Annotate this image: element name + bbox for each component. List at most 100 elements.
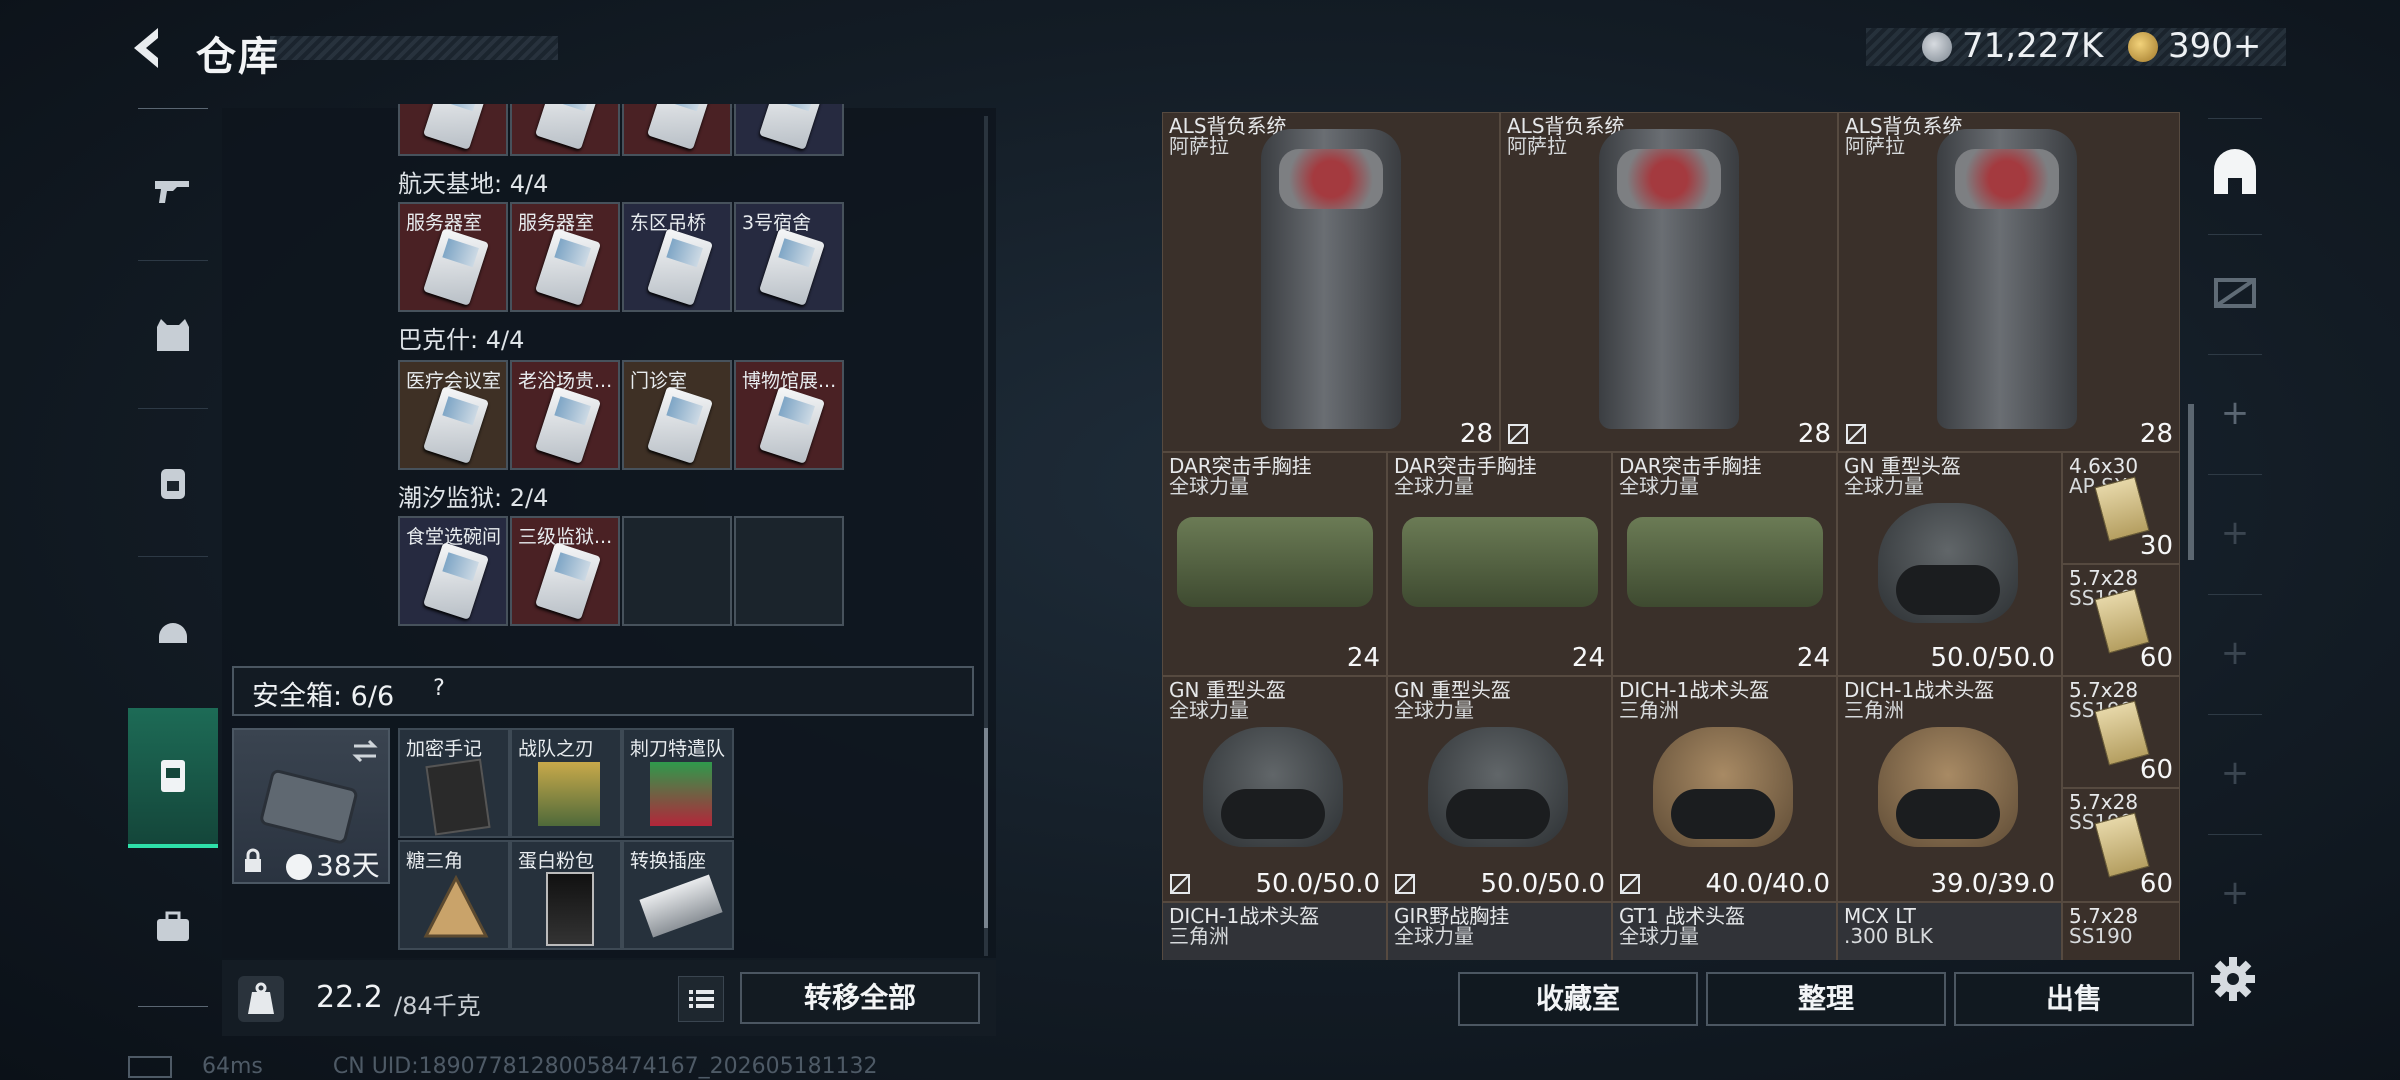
nav-supplies[interactable] bbox=[128, 868, 218, 986]
category-nav bbox=[128, 108, 218, 1008]
key-slot[interactable]: 3号宿舍 bbox=[734, 202, 844, 312]
inventory-item[interactable]: ALS背负系统 阿萨拉 28 bbox=[1162, 112, 1500, 452]
item-name: 战队之刃 bbox=[518, 738, 595, 760]
transfer-all-button[interactable]: 转移全部 bbox=[740, 972, 980, 1024]
inventory-item[interactable]: GN 重型头盔 全球力量 50.0/50.0 bbox=[1162, 676, 1387, 902]
ammo-box-image bbox=[2094, 812, 2150, 878]
nav-backpack[interactable] bbox=[128, 424, 218, 542]
battery-icon bbox=[128, 1056, 172, 1078]
key-slot[interactable] bbox=[734, 104, 844, 156]
ammo-item[interactable]: 5.7x28 SS190 60 bbox=[2062, 676, 2180, 788]
item-capacity: 24 bbox=[1346, 643, 1380, 673]
inventory-item[interactable]: ALS背负系统 阿萨拉 28 bbox=[1838, 112, 2180, 452]
key-slot[interactable]: 东区吊桥 bbox=[622, 202, 732, 312]
warehouse-tab-cards[interactable] bbox=[2200, 238, 2270, 348]
safebox-duration: 38天 bbox=[286, 844, 380, 884]
card-pack-icon bbox=[650, 762, 712, 826]
safebox-item[interactable]: 糖三角 bbox=[398, 840, 510, 950]
add-tab-button-disabled[interactable]: + bbox=[2200, 718, 2270, 828]
key-slot[interactable]: 食堂选碗间 bbox=[398, 516, 508, 626]
silver-currency-value: 71,227K bbox=[1962, 26, 2104, 66]
ammo-item[interactable]: 5.7x28 SS190 60 bbox=[2062, 564, 2180, 676]
swap-icon[interactable] bbox=[350, 736, 380, 766]
nav-armor[interactable] bbox=[128, 276, 218, 394]
safebox-row: 加密手记 战队之刃 刺刀特遣队 bbox=[398, 728, 734, 838]
gold-coin-icon bbox=[2128, 32, 2158, 62]
key-slot[interactable] bbox=[622, 104, 732, 156]
nav-keys-active[interactable] bbox=[128, 708, 218, 848]
item-brand: 三角洲 bbox=[1169, 924, 1229, 948]
sell-button[interactable]: 出售 bbox=[1954, 972, 2194, 1026]
add-tab-button-disabled[interactable]: + bbox=[2200, 478, 2270, 588]
plus-icon: + bbox=[2220, 393, 2250, 433]
key-slot[interactable]: 门诊室 bbox=[622, 360, 732, 470]
section-label: 潮汐监狱: 2/4 bbox=[398, 484, 549, 512]
item-brand: 全球力量 bbox=[1169, 474, 1249, 498]
item-brand: 全球力量 bbox=[1394, 698, 1474, 722]
key-slot[interactable] bbox=[510, 104, 620, 156]
collection-room-button[interactable]: 收藏室 bbox=[1458, 972, 1698, 1026]
uid-text: CN UID:1890778128005847416­7_20260518113… bbox=[332, 1054, 878, 1079]
item-capacity: 28 bbox=[1459, 419, 1493, 449]
key-slot[interactable] bbox=[398, 104, 508, 156]
inventory-item[interactable]: DICH-1战术头盔 三角洲 40.0/40.0 bbox=[1612, 676, 1837, 902]
safebox-item[interactable]: 战队之刃 bbox=[510, 728, 622, 838]
inventory-item[interactable]: GIR野战胸挂 全球力量 bbox=[1387, 902, 1612, 960]
ammo-count: 30 bbox=[2139, 531, 2173, 561]
inventory-item[interactable]: DAR突击手胸挂 全球力量 24 bbox=[1162, 452, 1387, 676]
add-tab-button-disabled[interactable]: + bbox=[2200, 838, 2270, 948]
key-slot[interactable]: 服务器室 bbox=[398, 202, 508, 312]
safebox-item[interactable]: 转换插座 bbox=[622, 840, 734, 950]
left-scroll-thumb[interactable] bbox=[984, 728, 988, 928]
key-slot-empty[interactable] bbox=[622, 516, 732, 626]
inventory-item[interactable]: DICH-1战术头盔 三角洲 39.0/39.0 bbox=[1837, 676, 2062, 902]
key-slot[interactable]: 老浴场贵... bbox=[510, 360, 620, 470]
keycard-case-icon bbox=[161, 760, 185, 792]
organize-button[interactable]: 整理 bbox=[1706, 972, 1946, 1026]
inventory-item[interactable]: DAR突击手胸挂 全球力量 24 bbox=[1387, 452, 1612, 676]
inventory-item[interactable]: GT1 战术头盔 全球力量 bbox=[1612, 902, 1837, 960]
keycard-icon bbox=[422, 228, 490, 306]
add-currency-button[interactable]: + bbox=[2233, 26, 2262, 66]
nav-helmet[interactable] bbox=[128, 572, 218, 690]
plus-icon: + bbox=[2220, 873, 2250, 913]
key-slot[interactable]: 三级监狱... bbox=[510, 516, 620, 626]
no-insure-icon bbox=[1846, 424, 1866, 444]
inventory-item[interactable]: DAR突击手胸挂 全球力量 24 bbox=[1612, 452, 1837, 676]
key-slot[interactable]: 博物馆展... bbox=[734, 360, 844, 470]
safebox-item[interactable]: 加密手记 bbox=[398, 728, 510, 838]
inventory-item[interactable]: GN 重型头盔 全球力量 50.0/50.0 bbox=[1837, 452, 2062, 676]
safebox-case-icon bbox=[260, 769, 358, 844]
ammo-item[interactable]: 4.6x30 AP SX 30 bbox=[2062, 452, 2180, 564]
weight-icon bbox=[238, 976, 284, 1022]
safebox-item[interactable]: 刺刀特遣队 bbox=[622, 728, 734, 838]
warehouse-tab-main[interactable] bbox=[2200, 120, 2270, 230]
back-arrow-icon[interactable] bbox=[124, 22, 176, 74]
inventory-item[interactable]: GN 重型头盔 全球力量 50.0/50.0 bbox=[1387, 676, 1612, 902]
nav-weapons[interactable] bbox=[128, 130, 218, 248]
gold-currency-value[interactable]: 390+ bbox=[2168, 26, 2261, 66]
item-capacity: 28 bbox=[1797, 419, 1831, 449]
no-insure-icon bbox=[1170, 874, 1190, 894]
item-capacity: 24 bbox=[1796, 643, 1830, 673]
list-view-button[interactable] bbox=[678, 976, 724, 1022]
ammo-item[interactable]: 5.7x28 SS190 bbox=[2062, 902, 2180, 960]
key-slot[interactable]: 医疗会议室 bbox=[398, 360, 508, 470]
safebox-item[interactable]: 蛋白粉包 bbox=[510, 840, 622, 950]
settings-gear-icon[interactable] bbox=[2208, 954, 2258, 1004]
inventory-scroll-thumb[interactable] bbox=[2188, 404, 2194, 560]
add-tab-button[interactable]: + bbox=[2200, 358, 2270, 468]
add-tab-button-disabled[interactable]: + bbox=[2200, 598, 2270, 708]
plus-icon: + bbox=[2220, 753, 2250, 793]
inventory-item[interactable]: MCX LT .300 BLK bbox=[1837, 902, 2062, 960]
vest-image bbox=[1177, 517, 1373, 607]
ammo-item[interactable]: 5.7x28 SS190 60 bbox=[2062, 788, 2180, 902]
key-slot[interactable]: 服务器室 bbox=[510, 202, 620, 312]
power-strip-icon bbox=[639, 874, 723, 938]
ammo-count: 60 bbox=[2139, 755, 2173, 785]
left-scroll-track[interactable] bbox=[984, 116, 988, 956]
inventory-item[interactable]: DICH-1战术头盔 三角洲 bbox=[1162, 902, 1387, 960]
inventory-item[interactable]: ALS背负系统 阿萨拉 28 bbox=[1500, 112, 1838, 452]
help-icon[interactable]: ? bbox=[424, 674, 454, 704]
key-slot-empty[interactable] bbox=[734, 516, 844, 626]
